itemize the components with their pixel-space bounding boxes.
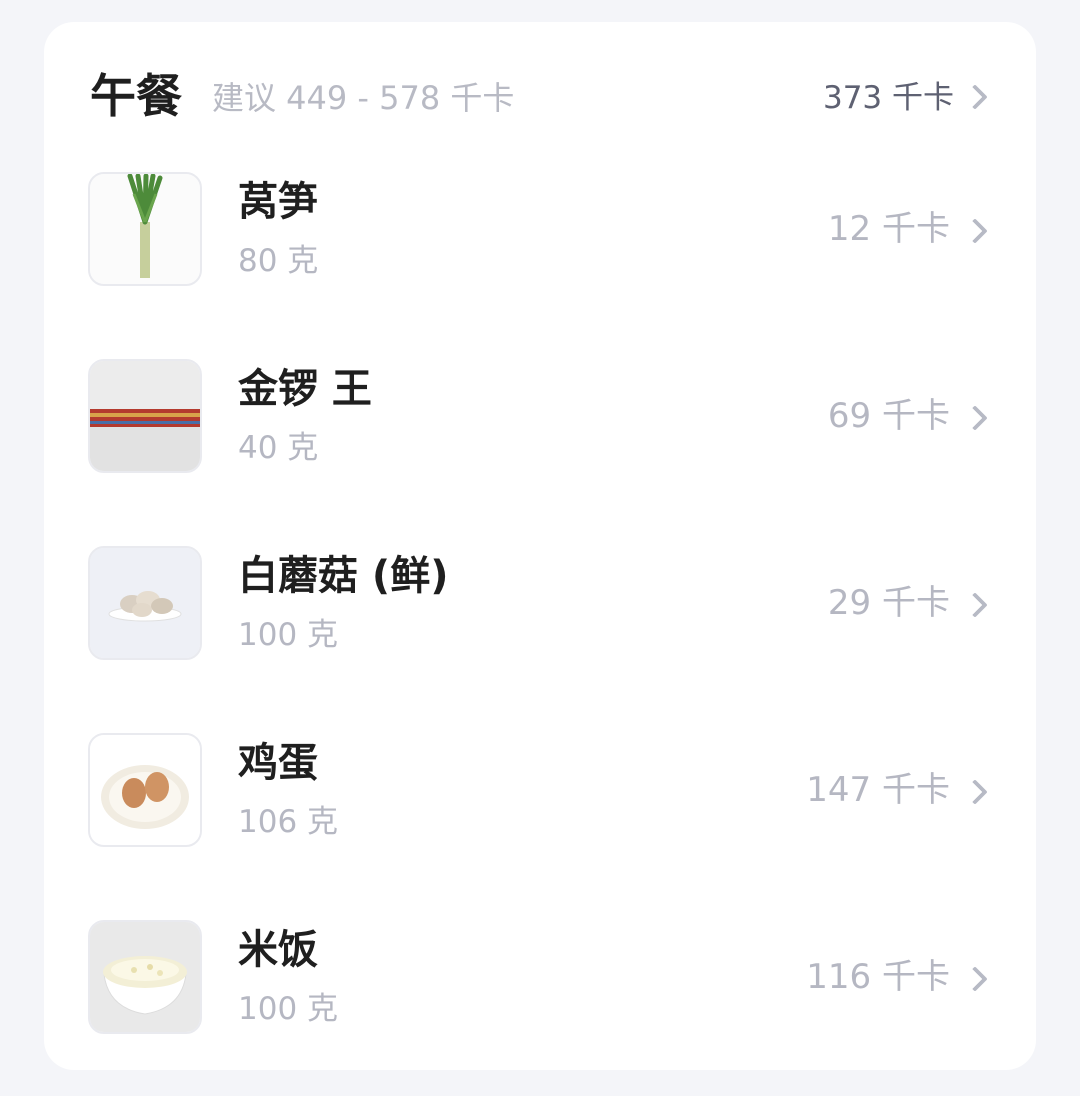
food-kcal: 69 千卡: [827, 396, 950, 436]
food-weight: 106 克: [238, 804, 339, 840]
sausage-image: [88, 359, 202, 473]
chevron-right-icon: [962, 966, 988, 992]
chevron-right-icon: [962, 592, 988, 618]
food-name: 鸡蛋: [238, 740, 318, 786]
meal-header[interactable]: 午餐 建议 449 - 578 千卡 373 千卡: [44, 22, 1036, 172]
chevron-right-icon: [962, 218, 988, 244]
food-item-sausage[interactable]: 金锣 王 40 克 69 千卡: [44, 359, 1036, 509]
food-name: 金锣 王: [238, 366, 372, 412]
chevron-right-icon: [962, 405, 988, 431]
food-kcal: 147 千卡: [806, 770, 950, 810]
chevron-right-icon: [962, 779, 988, 805]
food-weight: 100 克: [238, 617, 339, 653]
food-name: 白蘑菇 (鲜): [238, 553, 449, 599]
food-kcal: 29 千卡: [827, 583, 950, 623]
food-weight: 80 克: [238, 243, 319, 279]
food-name: 米饭: [238, 927, 318, 973]
food-item-mushroom[interactable]: 白蘑菇 (鲜) 100 克 29 千卡: [44, 546, 1036, 696]
food-item-lettuce-stem[interactable]: 莴笋 80 克 12 千卡: [44, 172, 1036, 322]
meal-suggested-range: 建议 449 - 578 千卡: [212, 79, 515, 117]
food-weight: 100 克: [238, 991, 339, 1027]
food-kcal: 116 千卡: [806, 957, 950, 997]
chevron-right-icon: [962, 84, 988, 110]
meal-total-kcal: 373 千卡: [822, 80, 954, 116]
food-item-rice[interactable]: 米饭 100 克 116 千卡: [44, 920, 1036, 1070]
food-kcal: 12 千卡: [827, 209, 950, 249]
food-weight: 40 克: [238, 430, 319, 466]
rice-image: [88, 920, 202, 1034]
mushroom-image: [88, 546, 202, 660]
meal-title: 午餐: [90, 69, 182, 123]
food-name: 莴笋: [238, 179, 318, 225]
lettuce-stem-image: [88, 172, 202, 286]
lunch-card: 午餐 建议 449 - 578 千卡 373 千卡 莴笋 80 克 12 千卡: [44, 22, 1036, 1070]
food-item-egg[interactable]: 鸡蛋 106 克 147 千卡: [44, 733, 1036, 883]
egg-image: [88, 733, 202, 847]
